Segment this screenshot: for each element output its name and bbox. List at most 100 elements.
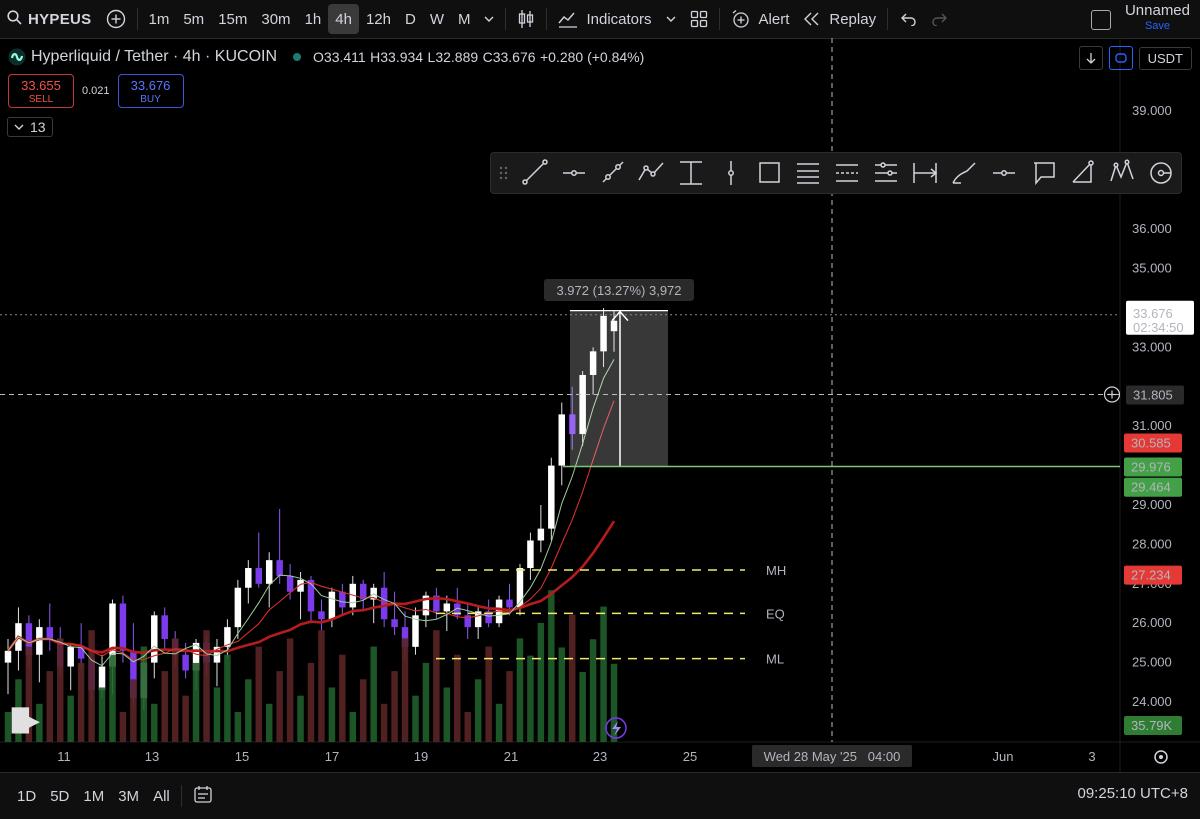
time-tick-label: 17 bbox=[325, 749, 339, 764]
candle-body bbox=[255, 568, 262, 584]
crosshair-price-label: 31.805 bbox=[1133, 387, 1173, 402]
time-tick-label: 3 bbox=[1088, 749, 1095, 764]
candle-body bbox=[182, 654, 189, 671]
date-range-icon[interactable] bbox=[913, 163, 938, 183]
price-tag-label: 27.234 bbox=[1131, 568, 1171, 583]
volume-bar bbox=[213, 687, 221, 742]
level-label-eq: EQ bbox=[766, 606, 785, 621]
volume-bar bbox=[558, 647, 565, 742]
candle-body bbox=[527, 540, 534, 569]
cycle-icon[interactable] bbox=[1150, 162, 1172, 184]
volume-bar bbox=[516, 638, 524, 742]
volume-bar bbox=[276, 671, 283, 742]
volume-bar bbox=[454, 654, 461, 742]
callout-icon[interactable] bbox=[1034, 162, 1055, 186]
time-tick-label: 11 bbox=[57, 749, 71, 764]
horizontal-line-icon[interactable] bbox=[993, 170, 1015, 176]
price-tick-label: 39.000 bbox=[1132, 103, 1172, 118]
time-tick-label: 15 bbox=[235, 749, 249, 764]
candle-body bbox=[245, 568, 252, 588]
volume-bar bbox=[130, 679, 137, 742]
volume-bar bbox=[474, 679, 482, 742]
tradingview-logo-icon: █▸ bbox=[11, 707, 40, 734]
price-tick-label: 33.000 bbox=[1132, 339, 1172, 354]
candle-body bbox=[276, 560, 283, 576]
volume-bar bbox=[4, 712, 12, 742]
sync-icon bbox=[1114, 53, 1127, 63]
volume-bar bbox=[203, 630, 210, 742]
volume-bar bbox=[182, 695, 189, 742]
candle-body bbox=[4, 650, 12, 663]
price-tag-label: 35.79K bbox=[1131, 718, 1173, 733]
candle-body bbox=[286, 575, 294, 592]
vertical-line-icon[interactable] bbox=[728, 161, 734, 185]
settings-gear-center bbox=[1159, 755, 1163, 759]
volume-bar bbox=[119, 712, 127, 742]
volume-bar bbox=[245, 679, 252, 742]
price-tick-label: 31.000 bbox=[1132, 418, 1172, 433]
candle-body bbox=[67, 646, 74, 667]
range-5d[interactable]: 5D bbox=[43, 788, 76, 805]
price-chart[interactable]: 39.00036.00035.00034.00033.00031.00029.0… bbox=[0, 0, 1200, 818]
price-range-icon[interactable] bbox=[680, 161, 702, 185]
volume-bar bbox=[318, 630, 325, 742]
sync-button[interactable] bbox=[1108, 46, 1133, 70]
volume-bar bbox=[46, 671, 54, 742]
indicators-collapse-button[interactable]: 13 bbox=[7, 117, 53, 137]
currency-selector[interactable]: USDT bbox=[1138, 46, 1192, 70]
range-3m[interactable]: 3M bbox=[111, 788, 146, 805]
parallel-channel-icon[interactable] bbox=[797, 163, 819, 184]
candle-body bbox=[339, 591, 346, 608]
spread-value: 0.021 bbox=[82, 85, 110, 97]
symbol-title[interactable]: Hyperliquid / Tether · 4h · KUCOIN bbox=[31, 48, 277, 66]
trade-panel: 33.655 SELL 0.021 33.676 BUY bbox=[8, 74, 184, 108]
price-tick-label: 35.000 bbox=[1132, 261, 1172, 276]
range-all[interactable]: All bbox=[146, 788, 177, 805]
buy-button[interactable]: 33.676 BUY bbox=[117, 74, 184, 108]
candle-body bbox=[391, 619, 398, 628]
timezone-clock[interactable]: 09:25:10 UTC+8 bbox=[1078, 785, 1189, 802]
countdown-label: 02:34:50 bbox=[1133, 320, 1184, 335]
brush-icon[interactable] bbox=[952, 162, 976, 184]
level-label-mh: MH bbox=[766, 563, 786, 578]
range-1d[interactable]: 1D bbox=[10, 788, 43, 805]
goto-date-button[interactable] bbox=[186, 784, 220, 808]
scroll-down-button[interactable] bbox=[1078, 46, 1103, 70]
price-tag-label: 29.976 bbox=[1131, 460, 1171, 475]
sell-price: 33.655 bbox=[21, 77, 61, 93]
measure-box[interactable] bbox=[570, 310, 668, 467]
candle-body bbox=[265, 560, 273, 584]
volume-bar bbox=[485, 646, 492, 742]
sell-button[interactable]: 33.655 SELL bbox=[8, 74, 74, 108]
volume-bar bbox=[140, 646, 148, 742]
ray-icon[interactable] bbox=[602, 161, 624, 183]
volume-bar bbox=[360, 679, 367, 742]
ohlc-change: +0.280 (+0.84%) bbox=[539, 49, 645, 65]
volume-bar bbox=[109, 654, 116, 742]
candle-body bbox=[77, 646, 85, 659]
buy-label: BUY bbox=[140, 93, 161, 105]
triangle-pattern-icon[interactable] bbox=[1072, 160, 1094, 183]
volume-bar bbox=[255, 646, 262, 742]
volume-bar bbox=[77, 662, 85, 742]
xabcd-pattern-icon[interactable] bbox=[1110, 159, 1134, 182]
ohlc-open: O33.411 bbox=[313, 49, 366, 65]
candle-body bbox=[548, 465, 555, 529]
indicator-count: 13 bbox=[30, 119, 46, 135]
fib-retracement-icon[interactable] bbox=[836, 164, 858, 182]
measure-label: 3.972 (13.27%) 3,972 bbox=[556, 283, 681, 298]
price-tag-label: 29.464 bbox=[1131, 480, 1171, 495]
volume-bar bbox=[234, 712, 242, 742]
price-tick-label: 28.000 bbox=[1132, 536, 1172, 551]
fib-extension-icon[interactable] bbox=[875, 162, 897, 182]
rectangle-icon[interactable] bbox=[759, 162, 780, 183]
drag-handle-icon[interactable] bbox=[499, 166, 508, 180]
range-1m[interactable]: 1M bbox=[76, 788, 111, 805]
candle-body bbox=[380, 587, 388, 620]
volume-bar bbox=[443, 687, 451, 742]
trend-line-icon[interactable] bbox=[522, 159, 548, 185]
horizontal-ray-icon[interactable] bbox=[563, 170, 585, 176]
volume-bar bbox=[495, 703, 503, 742]
path-icon[interactable] bbox=[638, 162, 664, 181]
time-tick-label: 13 bbox=[145, 749, 159, 764]
